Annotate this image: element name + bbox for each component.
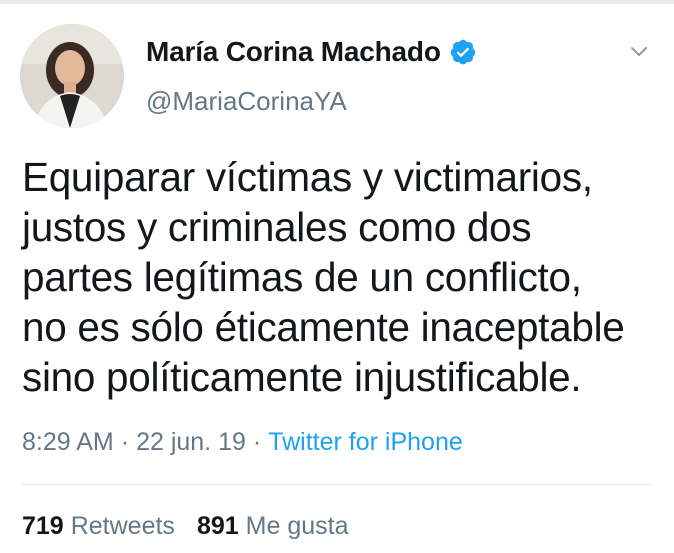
likes-stat[interactable]: 891 Me gusta <box>197 512 349 541</box>
tweet-card: María Corina Machado @MariaCorinaYA Equi… <box>0 0 674 553</box>
meta-separator: · <box>120 428 130 456</box>
retweets-stat[interactable]: 719 Retweets <box>22 512 175 541</box>
tweet-source-link[interactable]: Twitter for iPhone <box>268 428 463 457</box>
retweets-label: Retweets <box>70 512 175 540</box>
tweet-text: Equiparar víctimas y victimarios, justos… <box>22 154 625 400</box>
author-name-row[interactable]: María Corina Machado <box>146 36 477 68</box>
tweet-date[interactable]: 22 jun. 19 <box>136 428 246 457</box>
stats-divider <box>22 484 652 485</box>
tweet-meta: 8:29 AM · 22 jun. 19 · Twitter for iPhon… <box>22 428 463 457</box>
avatar[interactable] <box>20 24 124 128</box>
author-display-name[interactable]: María Corina Machado <box>146 36 441 68</box>
chevron-down-icon[interactable] <box>628 40 650 62</box>
meta-separator: · <box>252 428 262 456</box>
tweet-time[interactable]: 8:29 AM <box>22 428 114 457</box>
avatar-image <box>20 24 124 128</box>
tweet-stats: 719 Retweets 891 Me gusta <box>22 512 371 541</box>
author-handle[interactable]: @MariaCorinaYA <box>146 86 347 117</box>
top-divider <box>0 0 674 4</box>
retweets-count: 719 <box>22 512 64 540</box>
likes-label: Me gusta <box>245 512 349 540</box>
verified-badge-icon <box>449 38 477 66</box>
likes-count: 891 <box>196 512 239 540</box>
